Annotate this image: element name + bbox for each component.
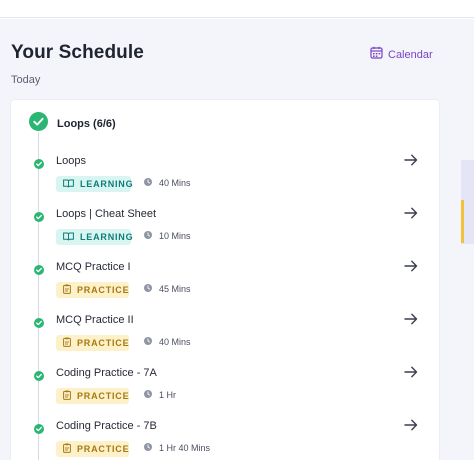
type-badge-label: LEARNING bbox=[80, 179, 134, 189]
schedule-item[interactable]: Loops LEARNING 40 Mins bbox=[11, 152, 439, 202]
check-circle-icon bbox=[34, 368, 44, 386]
type-badge: PRACTICE bbox=[56, 388, 129, 404]
duration-label: 40 Mins bbox=[159, 178, 191, 188]
duration-label: 1 Hr 40 Mins bbox=[159, 443, 211, 453]
item-title: Loops | Cheat Sheet bbox=[56, 208, 157, 220]
clipboard-icon bbox=[63, 390, 71, 402]
type-badge: PRACTICE bbox=[56, 441, 129, 457]
calendar-icon bbox=[370, 46, 383, 64]
date-label: Today bbox=[11, 74, 41, 86]
type-badge-label: PRACTICE bbox=[77, 285, 130, 295]
schedule-item[interactable]: MCQ Practice I PRACTICE 45 Mins bbox=[11, 258, 439, 308]
arrow-right-icon[interactable] bbox=[404, 206, 418, 224]
group-header[interactable]: Loops (6/6) bbox=[29, 112, 116, 136]
arrow-right-icon[interactable] bbox=[404, 259, 418, 277]
duration: 10 Mins bbox=[144, 231, 191, 241]
schedule-item[interactable]: MCQ Practice II PRACTICE 40 Mins bbox=[11, 311, 439, 361]
calendar-link[interactable]: Calendar bbox=[370, 46, 433, 64]
schedule-card: Loops (6/6) Loops LEARNING 40 Mins Loops… bbox=[11, 100, 439, 460]
top-bar bbox=[0, 0, 474, 18]
duration: 40 Mins bbox=[144, 178, 191, 188]
schedule-item[interactable]: Loops | Cheat Sheet LEARNING 10 Mins bbox=[11, 205, 439, 255]
duration: 1 Hr bbox=[144, 390, 176, 400]
arrow-right-icon[interactable] bbox=[404, 365, 418, 383]
clipboard-icon bbox=[63, 284, 71, 296]
item-title: Coding Practice - 7B bbox=[56, 420, 157, 432]
item-title: Coding Practice - 7A bbox=[56, 367, 157, 379]
type-badge: LEARNING bbox=[56, 229, 134, 245]
check-circle-icon bbox=[34, 315, 44, 333]
duration: 45 Mins bbox=[144, 284, 191, 294]
group-label: Loops (6/6) bbox=[57, 118, 116, 130]
clipboard-icon bbox=[63, 443, 71, 455]
type-badge: LEARNING bbox=[56, 176, 134, 192]
schedule-item[interactable]: Coding Practice - 7B PRACTICE 1 Hr 40 Mi… bbox=[11, 417, 439, 460]
book-icon bbox=[63, 232, 74, 243]
schedule-item[interactable]: Coding Practice - 7A PRACTICE 1 Hr bbox=[11, 364, 439, 414]
clock-icon bbox=[144, 178, 152, 188]
book-icon bbox=[63, 179, 74, 190]
clock-icon bbox=[144, 390, 152, 400]
check-circle-icon bbox=[29, 112, 48, 136]
duration: 40 Mins bbox=[144, 337, 191, 347]
check-circle-icon bbox=[34, 156, 44, 174]
item-title: MCQ Practice I bbox=[56, 261, 131, 273]
calendar-link-label: Calendar bbox=[388, 49, 433, 61]
duration: 1 Hr 40 Mins bbox=[144, 443, 210, 453]
type-badge-label: LEARNING bbox=[80, 232, 134, 242]
check-circle-icon bbox=[34, 209, 44, 227]
arrow-right-icon[interactable] bbox=[404, 153, 418, 171]
clipboard-icon bbox=[63, 337, 71, 349]
clock-icon bbox=[144, 443, 152, 453]
duration-label: 1 Hr bbox=[159, 390, 177, 400]
duration-label: 40 Mins bbox=[159, 337, 191, 347]
type-badge: PRACTICE bbox=[56, 335, 129, 351]
duration-label: 45 Mins bbox=[159, 284, 191, 294]
clock-icon bbox=[144, 337, 152, 347]
type-badge-label: PRACTICE bbox=[77, 444, 130, 454]
clock-icon bbox=[144, 284, 152, 294]
item-title: MCQ Practice II bbox=[56, 314, 134, 326]
check-circle-icon bbox=[34, 421, 44, 439]
check-circle-icon bbox=[34, 262, 44, 280]
type-badge-label: PRACTICE bbox=[77, 338, 130, 348]
clock-icon bbox=[144, 231, 152, 241]
item-title: Loops bbox=[56, 155, 86, 167]
arrow-right-icon[interactable] bbox=[404, 312, 418, 330]
type-badge-label: PRACTICE bbox=[77, 391, 130, 401]
arrow-right-icon[interactable] bbox=[404, 418, 418, 436]
duration-label: 10 Mins bbox=[159, 231, 191, 241]
page-title: Your Schedule bbox=[11, 42, 144, 63]
type-badge: PRACTICE bbox=[56, 282, 129, 298]
scrollbar-thumb[interactable] bbox=[461, 200, 464, 243]
